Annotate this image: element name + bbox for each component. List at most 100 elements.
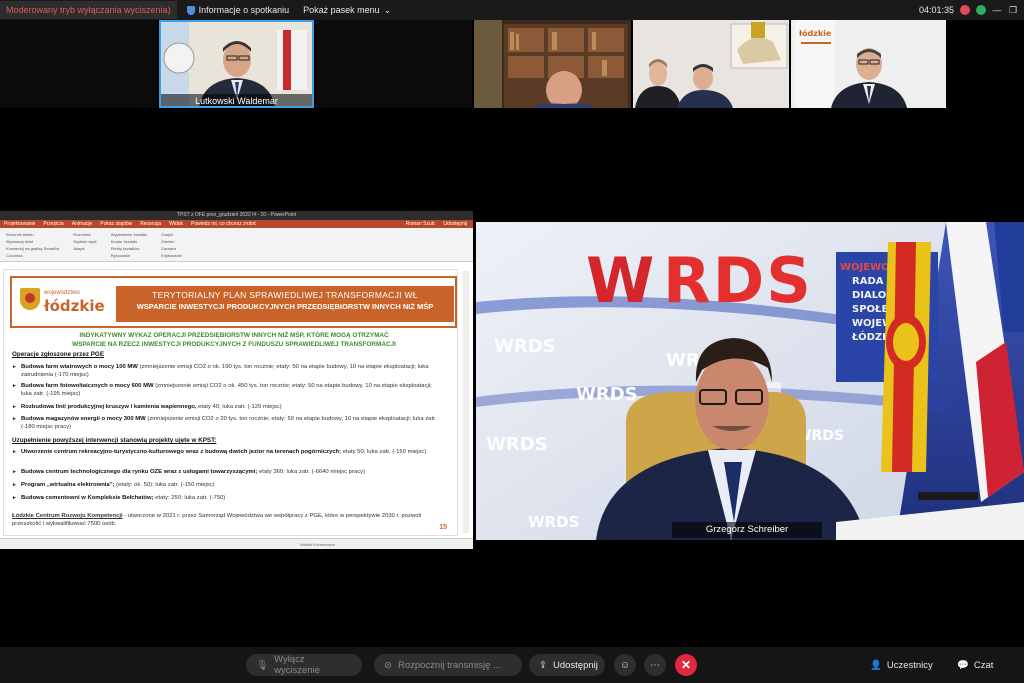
- connection-icon[interactable]: [976, 5, 986, 15]
- people-icon: 👤: [870, 659, 882, 671]
- ribbon-item[interactable]: Wyrównaj tekst: [6, 239, 59, 244]
- participant-video: [474, 20, 631, 108]
- bullet-bold: Rozbudowa linii produkcyjnej kruszyw i k…: [21, 404, 197, 410]
- slide-bullet: Rozbudowa linii produkcyjnej kruszyw i k…: [12, 403, 440, 411]
- participants-button[interactable]: 👤 Uczestnicy: [870, 654, 933, 676]
- ppt-status-bar: Notatki Komentarze: [0, 538, 473, 549]
- lodzkie-logo: województwo łódzkie: [20, 288, 110, 320]
- show-menu-button[interactable]: Pokaż pasek menu ⌄: [303, 5, 391, 16]
- end-call-icon[interactable]: ✕: [675, 654, 697, 676]
- ppt-tab[interactable]: Przejścia: [43, 220, 63, 228]
- ribbon-item[interactable]: Rozmieść: [73, 232, 96, 237]
- participant-tile-library[interactable]: [474, 20, 631, 108]
- bullet-text: etaty 360; luka zatr. (-6640 miejsc prac…: [257, 469, 366, 475]
- ppt-ribbon-tabs: Projektowanie Przejścia Animacje Pokaz s…: [0, 220, 473, 228]
- ribbon-group: Wypełnienie kształtu Kontur kształtu Efe…: [110, 232, 147, 258]
- bullet-text: etaty: 250; luka zatr. (-750): [153, 495, 226, 501]
- ppt-user: Roman Szulc: [405, 221, 436, 227]
- meeting-timer: 04:01:35: [918, 5, 954, 15]
- ribbon-item[interactable]: Szybkie style: [73, 239, 96, 244]
- bullet-bold: Budowa farm fotowoltaicznych o mocy 600 …: [21, 383, 154, 389]
- slide-bullet: Program „wirtualna elektrownia"; (etaty:…: [12, 481, 440, 489]
- slide-bullet: Budowa farm fotowoltaicznych o mocy 600 …: [12, 382, 440, 398]
- share-button[interactable]: ⇪ Udostępnij: [529, 654, 605, 676]
- bullet-text: etaty 40; luka zatr. (-120 miejsc): [196, 404, 282, 410]
- ribbon-group-label: Czcionka: [6, 253, 23, 258]
- main-speaker-video[interactable]: W RDS WOJEWODZ RADA DIALOGU SPOŁECZN WOJ…: [476, 222, 1024, 540]
- speaker-video-frame: W RDS WOJEWODZ RADA DIALOGU SPOŁECZN WOJ…: [476, 222, 1024, 540]
- bullet-bold: Budowa centrum technologicznego dla rynk…: [21, 469, 258, 475]
- empty-tile: [0, 20, 157, 108]
- participant-video: łódzkie: [791, 20, 946, 108]
- wall-logo: WRDS: [528, 513, 579, 531]
- ppt-tab[interactable]: Projektowanie: [4, 220, 35, 228]
- empty-tile: [316, 20, 472, 108]
- ppt-tab[interactable]: Widok: [169, 220, 183, 228]
- svg-text:W: W: [586, 244, 656, 317]
- ribbon-group: Rozmieść Szybkie style Akapit: [73, 232, 96, 257]
- recording-icon[interactable]: [960, 5, 970, 15]
- logo-big-text: łódzkie: [44, 297, 105, 315]
- ppt-window-title: TPST z OFE prez_grudzień 2022 l4 - 10 - …: [0, 211, 473, 220]
- reactions-icon[interactable]: ☺: [614, 654, 636, 676]
- bullet-text: etaty 50; luka zatr. (-150 miejsc): [341, 449, 427, 455]
- ribbon-item[interactable]: Efekty kształtów: [111, 246, 147, 251]
- participant-tile-lodzkie[interactable]: łódzkie: [791, 20, 946, 108]
- start-stream-button[interactable]: ⊘ Rozpocznij transmisję ...: [374, 654, 522, 676]
- ribbon-item[interactable]: Kierunek tekstu: [6, 232, 59, 237]
- wall-logo: WRDS: [494, 336, 556, 357]
- slide-scrollbar[interactable]: [463, 271, 469, 533]
- ribbon-item[interactable]: Wypełnienie kształtu: [111, 232, 147, 237]
- ribbon-group: Kierunek tekstu Wyrównaj tekst Konwertuj…: [6, 232, 59, 258]
- moderated-mode-label[interactable]: Moderowany tryb wyłączania wyciszenia): [0, 1, 177, 19]
- slide-title: TERYTORIALNY PLAN SPRAWIEDLIWEJ TRANSFOR…: [116, 286, 454, 322]
- bullet-bold: Program „wirtualna elektrownia";: [21, 482, 115, 488]
- ribbon-item[interactable]: Kontur kształtu: [111, 239, 147, 244]
- unmute-button[interactable]: 🎙 Wyłącz wyciszenie: [246, 654, 362, 676]
- ppt-tab[interactable]: Animacje: [72, 220, 93, 228]
- ppt-tell-me[interactable]: Powiedz mi, co chcesz zrobić: [191, 220, 256, 228]
- slide-title-line1: TERYTORIALNY PLAN SPRAWIEDLIWEJ TRANSFOR…: [152, 290, 418, 300]
- slide-header: województwo łódzkie TERYTORIALNY PLAN SP…: [10, 276, 457, 328]
- ppt-tab[interactable]: Recenzja: [140, 220, 161, 228]
- slide-page-number: 15: [439, 524, 447, 531]
- participant-tile-group[interactable]: [633, 20, 789, 108]
- coat-of-arms-icon: [20, 288, 40, 310]
- ppt-tab[interactable]: Pokaz slajdów: [100, 220, 132, 228]
- svg-text:RDS: RDS: [663, 244, 813, 317]
- ribbon-item[interactable]: Zaznacz: [161, 246, 182, 251]
- restore-icon[interactable]: ❐: [1008, 5, 1018, 15]
- ppt-share[interactable]: Udostępnij: [443, 220, 467, 228]
- meeting-info-button[interactable]: Informacje o spotkaniu: [186, 5, 290, 15]
- wall-logo: WRDS: [576, 384, 638, 405]
- ribbon-group-label: Edytowanie: [161, 253, 182, 258]
- shield-icon: [186, 5, 195, 15]
- svg-text:łódzkie: łódzkie: [798, 28, 832, 38]
- chat-button[interactable]: 💬 Czat: [957, 654, 993, 676]
- slide-bullet: Budowa centrum technologicznego dla rynk…: [12, 468, 440, 476]
- ribbon-item[interactable]: Znajdź: [161, 232, 182, 237]
- participant-video: [633, 20, 789, 108]
- ribbon-item[interactable]: Konwertuj na grafikę SmartArt: [6, 246, 59, 251]
- topbar-right: 04:01:35 — ❐: [919, 0, 1018, 20]
- meeting-info-label: Informacje o spotkaniu: [198, 5, 290, 15]
- slide-bullet: Budowa cementowni w Kompleksie Bełchatów…: [12, 494, 440, 502]
- ribbon-group-label: Rysowanie: [110, 253, 131, 258]
- minimize-icon[interactable]: —: [992, 5, 1002, 15]
- slide-subheading-1: INDYKATYWNY WYKAZ OPERACJI PRZEDSIĘBIORS…: [79, 332, 389, 339]
- participant-tile-lutkowski[interactable]: Lutkowski Waldemar: [159, 20, 314, 108]
- bullet-bold: Budowa cementowni w Kompleksie Bełchatów…: [21, 495, 154, 501]
- shared-presentation[interactable]: TPST z OFE prez_grudzień 2022 l4 - 10 - …: [0, 211, 473, 549]
- more-options-icon[interactable]: ⋯: [644, 654, 666, 676]
- meeting-toolbar: 🎙 Wyłącz wyciszenie ⊘ Rozpocznij transmi…: [0, 647, 1024, 683]
- bullet-bold: Budowa magazynów energii o mocy 300 MW: [21, 416, 146, 422]
- ribbon-item[interactable]: Zamień: [161, 239, 182, 244]
- ppt-ribbon: Kierunek tekstu Wyrównaj tekst Konwertuj…: [0, 228, 473, 262]
- ribbon-group-label: Akapit: [73, 246, 85, 251]
- slide-section-1: Operacje zgłoszone przez PGE: [12, 351, 105, 358]
- slide-canvas[interactable]: województwo łódzkie TERYTORIALNY PLAN SP…: [3, 269, 458, 536]
- chat-icon: 💬: [957, 659, 969, 671]
- chevron-down-icon: ⌄: [383, 4, 392, 15]
- bullet-bold: Budowa farm wiatrowych o mocy 100 MW: [21, 364, 138, 370]
- participant-name: Lutkowski Waldemar: [159, 94, 314, 108]
